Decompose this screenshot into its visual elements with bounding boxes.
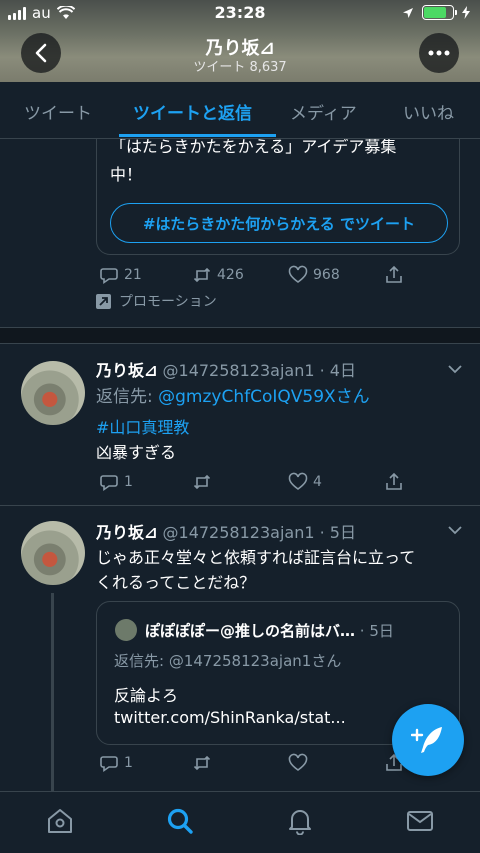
promo-text-line2: 中！ [110, 165, 143, 184]
tweet-header: 乃り坂⊿ @147258123ajan1 · 5日 [96, 519, 356, 543]
battery-icon [422, 5, 457, 20]
tab-tweets[interactable]: ツイート [24, 99, 92, 124]
thread-line [51, 593, 54, 791]
quoted-text-line1: 反論よろ [114, 686, 179, 705]
quoted-name: ぽぽぽぽー@推しの名前はバ… [145, 622, 356, 640]
tweet-text-line1: じゃあ正々堂々と依頼すれば証言台に立って [96, 548, 416, 567]
nav-messages[interactable] [405, 806, 435, 836]
reply-icon [100, 268, 118, 285]
reply-to-line: 返信先: @gmzyChfCoIQV59Xさん [96, 382, 370, 407]
avatar[interactable] [21, 361, 85, 425]
share-button[interactable] [384, 265, 404, 285]
like-button[interactable]: 968 [288, 265, 340, 285]
avatar[interactable] [21, 521, 85, 585]
display-name: 乃り坂⊿ [96, 361, 158, 380]
nav-notifications[interactable] [285, 806, 315, 836]
divider [0, 505, 480, 506]
active-tab-indicator [119, 134, 276, 137]
reply-to-user[interactable]: @gmzyChfCoIQV59X [158, 387, 336, 407]
like-button[interactable] [288, 753, 308, 773]
reply-icon [100, 756, 118, 773]
retweet-icon [193, 474, 211, 490]
retweet-button[interactable] [192, 472, 217, 492]
like-button[interactable]: 4 [288, 472, 322, 492]
tweet-actions: 1 4 [96, 472, 416, 496]
more-dots-icon [428, 50, 450, 56]
status-bar: au 23:28 [0, 0, 480, 28]
bell-icon [289, 810, 311, 835]
tweet-count: ツイート 8,637 [193, 60, 287, 75]
like-count: 968 [313, 267, 340, 283]
location-arrow-icon [403, 7, 413, 18]
profile-tabs: ツイート ツイートと返信 メディア いいね [0, 82, 480, 139]
timeline[interactable]: 「はたらきかたをかえる」アイデア募集 中！ #はたらきかた何からかえる でツイー… [0, 139, 480, 791]
heart-icon [288, 753, 308, 771]
retweet-button[interactable]: 426 [192, 265, 244, 285]
promoted-arrow-icon [96, 293, 111, 309]
retweet-button[interactable] [192, 753, 212, 773]
compose-tweet-button[interactable] [392, 704, 464, 776]
divider [0, 343, 480, 344]
chevron-down-icon[interactable] [448, 362, 462, 376]
display-name: 乃り坂⊿ [96, 523, 158, 542]
reply-count: 1 [124, 474, 133, 490]
quoted-reply-to: 返信先: @147258123ajan1さん [114, 652, 342, 670]
status-right [402, 5, 470, 20]
mail-icon [407, 811, 433, 831]
compose-feather-icon [411, 727, 442, 753]
search-icon [167, 808, 193, 834]
nav-search[interactable] [165, 806, 195, 836]
share-icon [386, 472, 402, 490]
heart-icon [288, 265, 308, 283]
share-button[interactable] [384, 472, 404, 492]
quoted-time: · 5日 [359, 622, 394, 640]
section-gap [0, 328, 480, 343]
promo-text: 「はたらきかたをかえる」アイデア募集 中！ [110, 139, 450, 189]
reply-to-suffix: さん [335, 387, 370, 407]
charging-bolt-icon [462, 6, 470, 19]
handle-time: @147258123ajan1 · 4日 [162, 361, 356, 380]
tab-likes[interactable]: いいね [403, 99, 454, 124]
retweet-icon [193, 755, 211, 771]
nav-home[interactable] [45, 806, 75, 836]
retweet-count: 426 [217, 267, 244, 283]
promo-text-line1: 「はたらきかたをかえる」アイデア募集 [110, 139, 397, 156]
promo-hashtag-button[interactable]: #はたらきかた何からかえる でツイート [110, 203, 448, 243]
quoted-avatar [115, 619, 137, 641]
tweet-text-line2: くれるってことだね？ [96, 573, 256, 592]
reply-icon [100, 475, 118, 492]
share-icon [386, 265, 402, 283]
heart-icon [288, 472, 308, 490]
bottom-nav [0, 791, 480, 853]
promo-actions: 21 426 968 [96, 265, 416, 289]
reply-count: 21 [124, 267, 142, 283]
quoted-header: ぽぽぽぽー@推しの名前はバ… · 5日 [145, 620, 394, 641]
reply-to-prefix: 返信先: [96, 387, 159, 407]
handle-time: @147258123ajan1 · 5日 [162, 523, 356, 542]
tweet-text: 凶暴すぎる [96, 443, 177, 462]
reply-count: 1 [124, 755, 133, 771]
more-button[interactable] [419, 33, 459, 73]
like-count: 4 [313, 474, 322, 490]
tweet-actions: 1 [96, 753, 416, 777]
tweet-header: 乃り坂⊿ @147258123ajan1 · 4日 [96, 357, 356, 381]
reply-button[interactable]: 21 [99, 265, 142, 285]
reply-button[interactable]: 1 [99, 472, 133, 492]
promoted-text: プロモーション [119, 294, 217, 310]
promoted-label: プロモーション [96, 291, 217, 311]
tab-tweets-and-replies[interactable]: ツイートと返信 [133, 99, 252, 124]
retweet-icon [193, 267, 211, 283]
home-icon [48, 809, 72, 833]
quoted-link[interactable]: twitter.com/ShinRanka/stat... [114, 708, 346, 727]
reply-button[interactable]: 1 [99, 753, 133, 773]
hashtag-link[interactable]: #山口真理教 [96, 414, 189, 438]
chevron-down-icon[interactable] [448, 523, 462, 537]
tab-media[interactable]: メディア [290, 99, 357, 124]
